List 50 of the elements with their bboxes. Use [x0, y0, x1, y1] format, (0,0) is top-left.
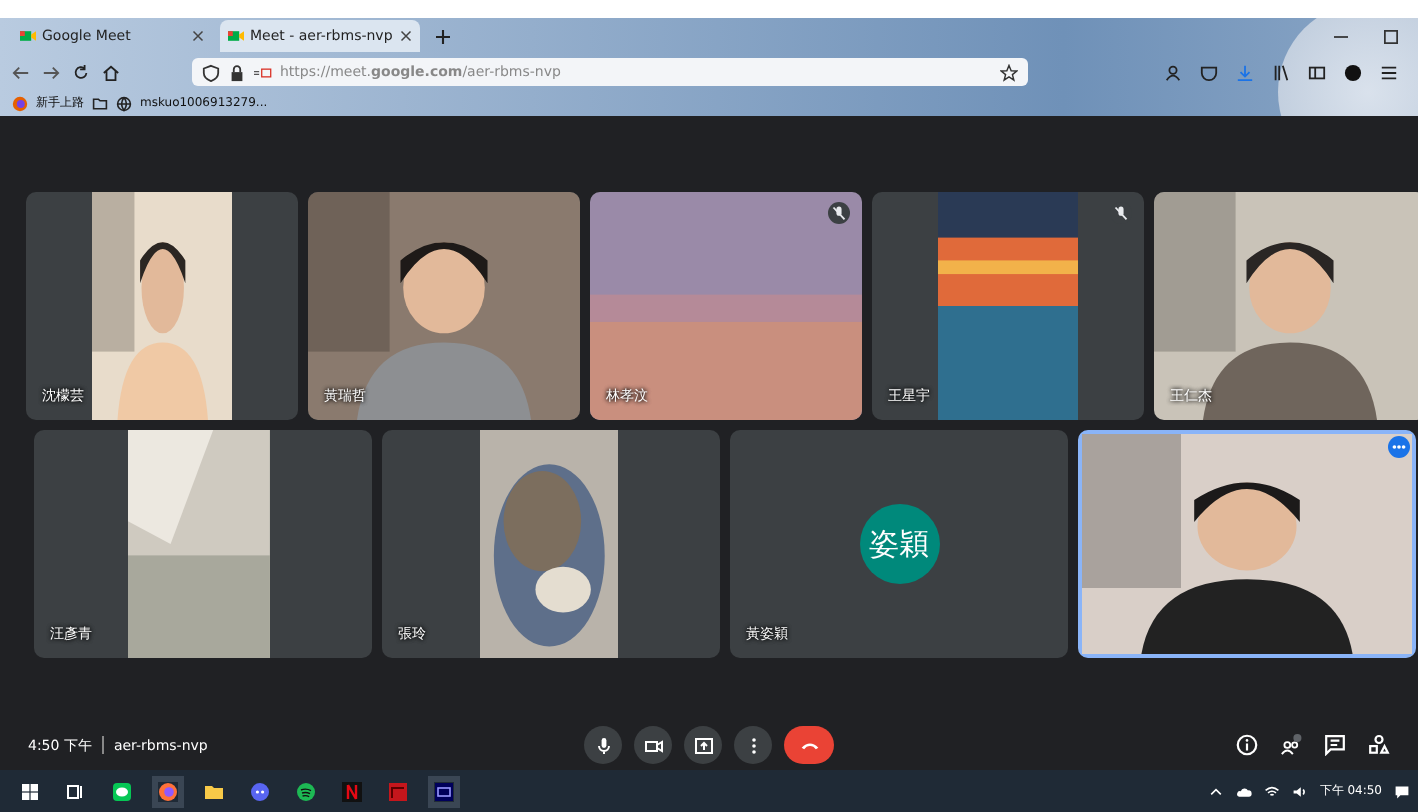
account-icon[interactable]	[1164, 63, 1182, 81]
cloud-icon[interactable]	[1235, 783, 1252, 799]
more-icon[interactable]	[1388, 436, 1410, 458]
music-app-icon[interactable]	[296, 781, 316, 801]
meet-icon	[228, 28, 244, 44]
forward-icon[interactable]	[42, 63, 60, 81]
present-icon	[693, 735, 713, 755]
close-icon[interactable]	[400, 30, 412, 42]
extension-icon[interactable]	[1344, 63, 1362, 81]
close-icon[interactable]	[192, 30, 204, 42]
folder-icon[interactable]	[92, 95, 108, 111]
microphone-button[interactable]	[584, 726, 622, 764]
pocket-icon[interactable]	[1200, 63, 1218, 81]
lock-icon	[228, 63, 246, 81]
end-call-button[interactable]	[784, 726, 834, 764]
firefox-icon	[12, 95, 28, 111]
camera-icon	[643, 735, 663, 755]
folder-icon[interactable]	[204, 781, 224, 801]
reload-icon[interactable]	[72, 63, 90, 81]
microphone-icon	[593, 735, 613, 755]
video-app-icon[interactable]	[342, 781, 362, 801]
home-icon[interactable]	[102, 63, 120, 81]
present-button[interactable]	[684, 726, 722, 764]
app-icon[interactable]	[388, 781, 408, 801]
camera-button[interactable]	[634, 726, 672, 764]
chat-app-icon[interactable]	[112, 781, 132, 801]
more-options-button[interactable]	[734, 726, 772, 764]
shield-icon	[202, 63, 220, 81]
windows-icon[interactable]	[20, 781, 40, 801]
menu-icon[interactable]	[1380, 63, 1398, 81]
avatar: 姿穎	[859, 504, 939, 584]
star-icon[interactable]	[1000, 63, 1018, 81]
game-controller-icon[interactable]	[250, 781, 270, 801]
wifi-icon[interactable]	[1263, 783, 1280, 799]
meet-icon	[20, 28, 36, 44]
library-icon[interactable]	[1272, 63, 1290, 81]
chevron-up-icon[interactable]	[1207, 783, 1224, 799]
maximize-icon[interactable]	[1384, 29, 1398, 43]
task-view-icon[interactable]	[66, 781, 86, 801]
camera-permission-icon	[254, 63, 272, 81]
info-icon[interactable]	[1236, 734, 1258, 756]
people-icon[interactable]	[1280, 734, 1302, 756]
chat-icon[interactable]	[1324, 734, 1346, 756]
volume-icon[interactable]	[1291, 783, 1308, 799]
new-tab-icon[interactable]	[436, 29, 450, 43]
sidebar-icon[interactable]	[1308, 63, 1326, 81]
globe-icon	[116, 95, 132, 111]
notification-icon[interactable]	[1394, 783, 1410, 799]
back-icon[interactable]	[12, 63, 30, 81]
activities-icon[interactable]	[1368, 734, 1390, 756]
